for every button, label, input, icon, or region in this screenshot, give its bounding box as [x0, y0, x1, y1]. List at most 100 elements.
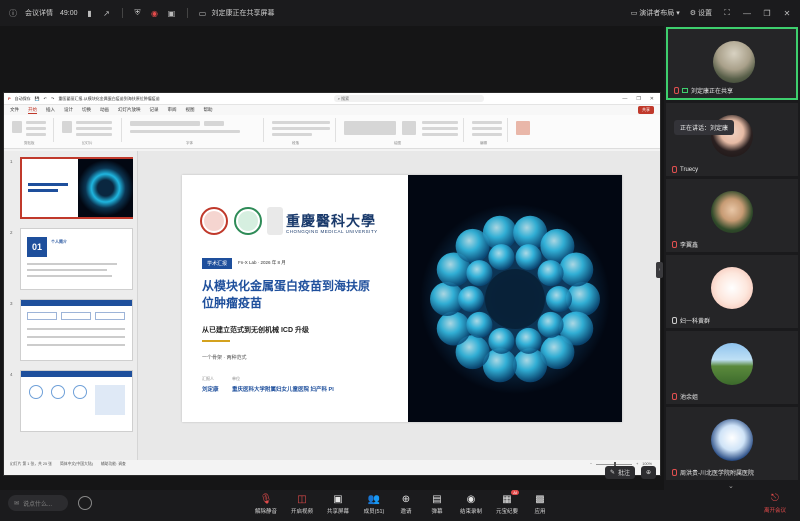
menu-view[interactable]: 视图 [186, 107, 195, 113]
screen-share-icon: ▭ [198, 8, 207, 18]
zoom-button[interactable]: ⊕ [641, 466, 657, 479]
collapse-panel-handle[interactable]: › [656, 262, 663, 278]
menu-insert[interactable]: 插入 [46, 107, 55, 113]
microphone-icon [672, 241, 677, 248]
menu-animations[interactable]: 动画 [100, 107, 109, 113]
participant-tile[interactable]: 李翼鑫 [666, 179, 798, 252]
redo-icon[interactable]: ↷ [51, 96, 54, 101]
participant-tile[interactable]: 池余姐 [666, 331, 798, 404]
fullscreen-icon[interactable]: ⛶ [722, 8, 732, 18]
slide-thumbnail-4[interactable] [20, 370, 133, 432]
slide-thumbnail-2[interactable]: 01 个人简介 [20, 228, 133, 290]
accessibility-status[interactable]: 辅助功能: 调查 [101, 462, 126, 467]
slide-subtitle: 从已建立范式到无创机械 ICD 升级 [202, 327, 309, 334]
ribbon-paragraph[interactable] [268, 118, 336, 142]
zoom-slider[interactable] [596, 461, 633, 467]
slide-thumbnail-1[interactable] [20, 157, 133, 219]
participant-name-row: 周洪贵-川北医学院附属医院 [672, 468, 754, 477]
undo-icon[interactable]: ↶ [44, 96, 47, 101]
invite-icon: ⊕ [401, 493, 411, 505]
members-icon: 👥 [367, 493, 381, 505]
chat-placeholder: 说点什么... [23, 501, 53, 508]
ribbon-drawing[interactable] [340, 118, 464, 142]
thumb-number-1: 1 [10, 159, 13, 164]
save-icon[interactable]: 💾 [35, 96, 40, 101]
menu-record[interactable]: 记录 [150, 107, 159, 113]
menu-file[interactable]: 文件 [10, 107, 19, 113]
menu-review[interactable]: 审阅 [168, 107, 177, 113]
info-icon[interactable]: ⓘ [8, 8, 18, 18]
close-icon[interactable]: ✕ [782, 8, 792, 18]
participant-tile[interactable]: Truecy [666, 103, 798, 176]
record-button[interactable]: ◉ 结束录制 [451, 493, 491, 519]
participant-name-row: Truecy [672, 166, 698, 173]
participant-tile[interactable]: 周洪贵-川北医学院附属医院 ⌄ [666, 407, 798, 490]
leave-meeting-button[interactable]: ⎋ 离开会议 [760, 493, 790, 514]
menu-transitions[interactable]: 切换 [82, 107, 91, 113]
participant-tile[interactable]: 妇一科黄群 [666, 255, 798, 328]
ribbon-designer[interactable] [512, 118, 536, 142]
university-logo-inner [238, 211, 258, 231]
record-icon[interactable]: ◉ [150, 8, 160, 18]
apps-icon[interactable]: ▣ [167, 8, 177, 18]
hospital-logo-inner [204, 211, 224, 231]
apps-label: 应用 [534, 509, 546, 515]
slide-thumbnails[interactable]: 1 2 01 个人简介 3 4 [4, 151, 138, 468]
menu-slideshow[interactable]: 幻灯片放映 [118, 107, 141, 113]
gold-divider [202, 340, 230, 342]
signal-icon[interactable]: ▮ [85, 8, 95, 18]
language-status[interactable]: 简体中文(中国大陆) [60, 462, 93, 467]
chevron-down-icon[interactable]: ⌄ [728, 482, 734, 490]
autosave-label[interactable]: 自动保存 [15, 96, 31, 102]
annotate-button[interactable]: ✎ 批注 [605, 466, 636, 479]
participant-tile[interactable]: 刘定康正在共享 [666, 27, 798, 100]
share-button[interactable]: ▣ 共享屏幕 [318, 493, 358, 519]
menu-home[interactable]: 开始 [28, 107, 37, 114]
ppt-share-button[interactable]: 共享 [638, 106, 654, 114]
avatar [711, 191, 753, 233]
participant-name-row: 妇一科黄群 [672, 316, 710, 325]
apps-icon: ▩ [535, 493, 545, 505]
main-slide[interactable]: 重慶醫科大學 CHONGQING MEDICAL UNIVERSITY 学术汇报… [182, 175, 622, 422]
ppt-close-icon[interactable]: ✕ [650, 96, 654, 102]
share-icon: ▣ [333, 493, 343, 505]
reporter-label: 汇报人 [202, 376, 214, 381]
emoji-button[interactable] [78, 496, 92, 510]
popout-icon[interactable]: ↗ [102, 8, 112, 18]
ppt-search-input[interactable]: ⌕ 搜索 [333, 95, 484, 102]
restore-icon[interactable]: ❐ [762, 8, 772, 18]
unit-name: 重庆医科大学附属妇女儿童医院 妇产科 PI [232, 387, 334, 393]
protein-subunit [537, 260, 564, 287]
participant-name: 周洪贵-川北医学院附属医院 [680, 471, 754, 477]
microphone-icon [674, 87, 679, 94]
unit-label: 单位 [232, 376, 240, 381]
menu-help[interactable]: 帮助 [204, 107, 213, 113]
protein-subunit [488, 244, 515, 271]
ribbon-slides[interactable] [58, 118, 122, 142]
menu-design[interactable]: 设计 [64, 107, 73, 113]
ribbon-clipboard[interactable] [8, 118, 54, 142]
mic-off-button[interactable]: 🎙 解除静音 [246, 493, 286, 519]
zoom-out-icon[interactable]: − [590, 462, 592, 466]
protein-subunit [488, 327, 515, 354]
protein-subunit [537, 311, 564, 338]
participant-name-row: 池余姐 [672, 392, 698, 401]
slide-thumbnail-3[interactable] [20, 299, 133, 361]
layout-button[interactable]: ▭ 演讲者布局 ▾ [631, 8, 680, 18]
protein-cage-illustration [408, 175, 622, 422]
minimize-icon[interactable]: — [742, 8, 752, 18]
ppt-menu-bar: 文件 开始 插入 设计 切换 动画 幻灯片放映 记录 审阅 视图 帮助 共享 [4, 105, 660, 115]
video-off-button[interactable]: ◫ 开启视频 [282, 493, 322, 519]
participant-name-row: 刘定康正在共享 [674, 86, 733, 95]
protein-subunit [515, 244, 542, 271]
apps-button[interactable]: ▩ 应用 [520, 493, 560, 519]
powerpoint-window: P 自动保存 💾 ↶ ↷ 重医翟丽汇报-从模块化金属蛋白疫苗到海扶原位肿瘤疫苗 … [3, 92, 661, 476]
ppt-restore-icon[interactable]: ❐ [636, 96, 640, 102]
chat-input[interactable]: ✉ 说点什么... [8, 495, 68, 511]
meeting-details-link[interactable]: 会议详情 [25, 8, 53, 18]
ppt-minimize-icon[interactable]: — [622, 96, 627, 102]
ribbon-editing[interactable] [468, 118, 508, 142]
security-icon[interactable]: ⛨ [133, 8, 143, 18]
settings-button[interactable]: ⚙ 设置 [690, 8, 712, 18]
ribbon-font[interactable] [126, 118, 264, 142]
